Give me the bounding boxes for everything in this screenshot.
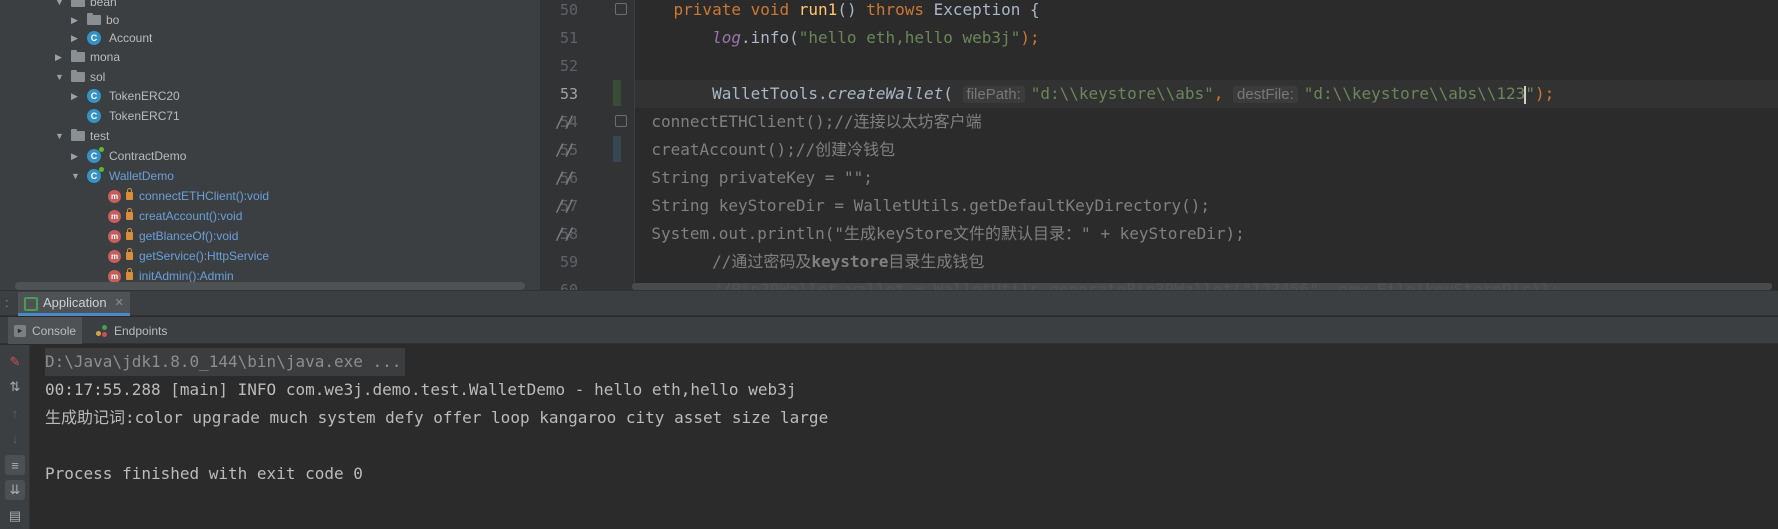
lock-icon (126, 188, 133, 200)
run-label-icon: : (5, 295, 9, 310)
code-line-53: WalletTools.createWallet( filePath: "d:\\… (712, 84, 1555, 104)
tree-item-account[interactable]: ▶ C Account (71, 28, 152, 48)
line-number: 52 (559, 57, 578, 75)
lock-icon (126, 208, 133, 220)
console-icon: ▸ (14, 324, 26, 337)
run-config-icon (24, 296, 38, 311)
up-arrow-icon[interactable]: ↑ (5, 403, 25, 423)
chevron-right-icon[interactable]: ▶ (55, 53, 63, 62)
code-line-58: // System.out.println("生成keyStore文件的默认目录… (555, 224, 1245, 243)
fold-marker-icon[interactable] (615, 3, 627, 15)
class-icon: C (87, 167, 104, 183)
console-line: 00:17:55.288 [main] INFO com.we3j.demo.t… (45, 380, 797, 399)
tree-item-bo[interactable]: ▶ bo (71, 10, 119, 30)
class-icon: C (87, 89, 101, 103)
tree-method-creataccount[interactable]: m creatAccount():void (108, 206, 242, 226)
run-subtabs: ▸ Console Endpoints (0, 317, 1778, 344)
code-line-59: //通过密码及keystore目录生成钱包 (635, 252, 985, 271)
parameter-hint: destFile: (1233, 86, 1298, 103)
chevron-down-icon[interactable]: ▼ (71, 172, 80, 181)
lock-icon (126, 248, 133, 260)
tree-item-contractdemo[interactable]: ▶ C ContractDemo (71, 146, 186, 166)
code-line-51: log.info("hello eth,hello web3j"); (712, 28, 1040, 47)
tree-method-getblanceof[interactable]: m getBlanceOf():void (108, 226, 238, 246)
console-toolbar: ✎ ⇅ ↑ ↓ ≡ ⇊ ▤ (0, 345, 30, 529)
tree-item-walletdemo[interactable]: ▼ C WalletDemo (71, 166, 174, 186)
method-icon: m (108, 229, 121, 243)
scroll-to-end-icon[interactable]: ⇊ (5, 480, 25, 500)
method-icon: m (108, 249, 121, 263)
tree-item-tokenerc71[interactable]: C TokenERC71 (87, 106, 180, 126)
line-number: 50 (559, 1, 578, 19)
code-line-56: // String privateKey = ""; (555, 168, 873, 187)
chevron-right-icon[interactable]: ▶ (71, 16, 79, 25)
console-line: 生成助记词:color upgrade much system defy off… (45, 408, 829, 427)
run-toolwindow-header: : Application ✕ (0, 290, 1778, 316)
line-number: 59 (559, 253, 578, 271)
folder-icon (71, 0, 85, 7)
tab-endpoints[interactable]: Endpoints (90, 317, 173, 344)
code-line-55: // creatAccount();//创建冷钱包 (555, 140, 896, 159)
line-number: 51 (559, 29, 578, 47)
folder-icon (71, 129, 85, 141)
tree-item-mona[interactable]: ▶ mona (55, 47, 120, 67)
project-tree: ▼ bean ▶ bo ▶ C Account ▶ mona ▼ sol ▶ C… (0, 0, 540, 290)
soft-wrap-icon[interactable]: ≡ (5, 455, 25, 475)
folder-icon (71, 50, 85, 62)
code-line-57: // String keyStoreDir = WalletUtils.getD… (555, 196, 1211, 215)
lock-icon (126, 268, 133, 280)
folder-icon (71, 70, 85, 82)
vcs-change-marker[interactable] (613, 80, 621, 106)
method-icon: m (108, 189, 121, 203)
class-icon: C (87, 109, 101, 123)
class-icon: C (87, 31, 101, 45)
tree-method-connectethclient[interactable]: m connectETHClient():void (108, 186, 269, 206)
down-arrow-icon[interactable]: ↓ (5, 428, 25, 448)
close-icon[interactable]: ✕ (115, 296, 124, 309)
folder-icon (87, 13, 101, 25)
lock-icon (126, 228, 133, 240)
endpoints-icon (96, 324, 108, 337)
console-line: Process finished with exit code 0 (45, 464, 363, 483)
parameter-hint: filePath: (962, 86, 1025, 103)
chevron-right-icon[interactable]: ▶ (71, 152, 79, 161)
tab-console[interactable]: ▸ Console (8, 317, 83, 344)
sort-icon[interactable]: ⇅ (5, 377, 25, 397)
chevron-right-icon[interactable]: ▶ (71, 34, 79, 43)
chevron-right-icon[interactable]: ▶ (71, 92, 79, 101)
code-line-50: private void run1() throws Exception { (673, 0, 1040, 19)
tree-item-tokenerc20[interactable]: ▶ C TokenERC20 (71, 86, 180, 106)
method-icon: m (108, 269, 121, 283)
clear-all-icon[interactable]: ✎ (5, 352, 25, 372)
tree-item-sol[interactable]: ▼ sol (55, 67, 105, 87)
line-number: 53 (559, 85, 578, 103)
tree-item-test[interactable]: ▼ test (55, 126, 109, 146)
tree-method-getservice[interactable]: m getService():HttpService (108, 246, 269, 266)
method-icon: m (108, 209, 121, 223)
code-line-54: // connectETHClient();//连接以太坊客户端 (555, 112, 982, 131)
tree-horizontal-scrollbar[interactable] (15, 282, 525, 290)
chevron-down-icon[interactable]: ▼ (55, 132, 64, 141)
console-output[interactable]: D:\Java\jdk1.8.0_144\bin\java.exe ... 00… (31, 345, 1778, 529)
tab-application[interactable]: Application ✕ (18, 292, 130, 316)
chevron-down-icon[interactable]: ▼ (55, 73, 64, 82)
class-icon: C (87, 147, 104, 163)
chevron-down-icon[interactable]: ▼ (55, 0, 64, 7)
console-line-command[interactable]: D:\Java\jdk1.8.0_144\bin\java.exe ... (45, 348, 406, 376)
editor-horizontal-scrollbar[interactable] (632, 283, 1772, 290)
print-icon[interactable]: ▤ (5, 506, 25, 526)
